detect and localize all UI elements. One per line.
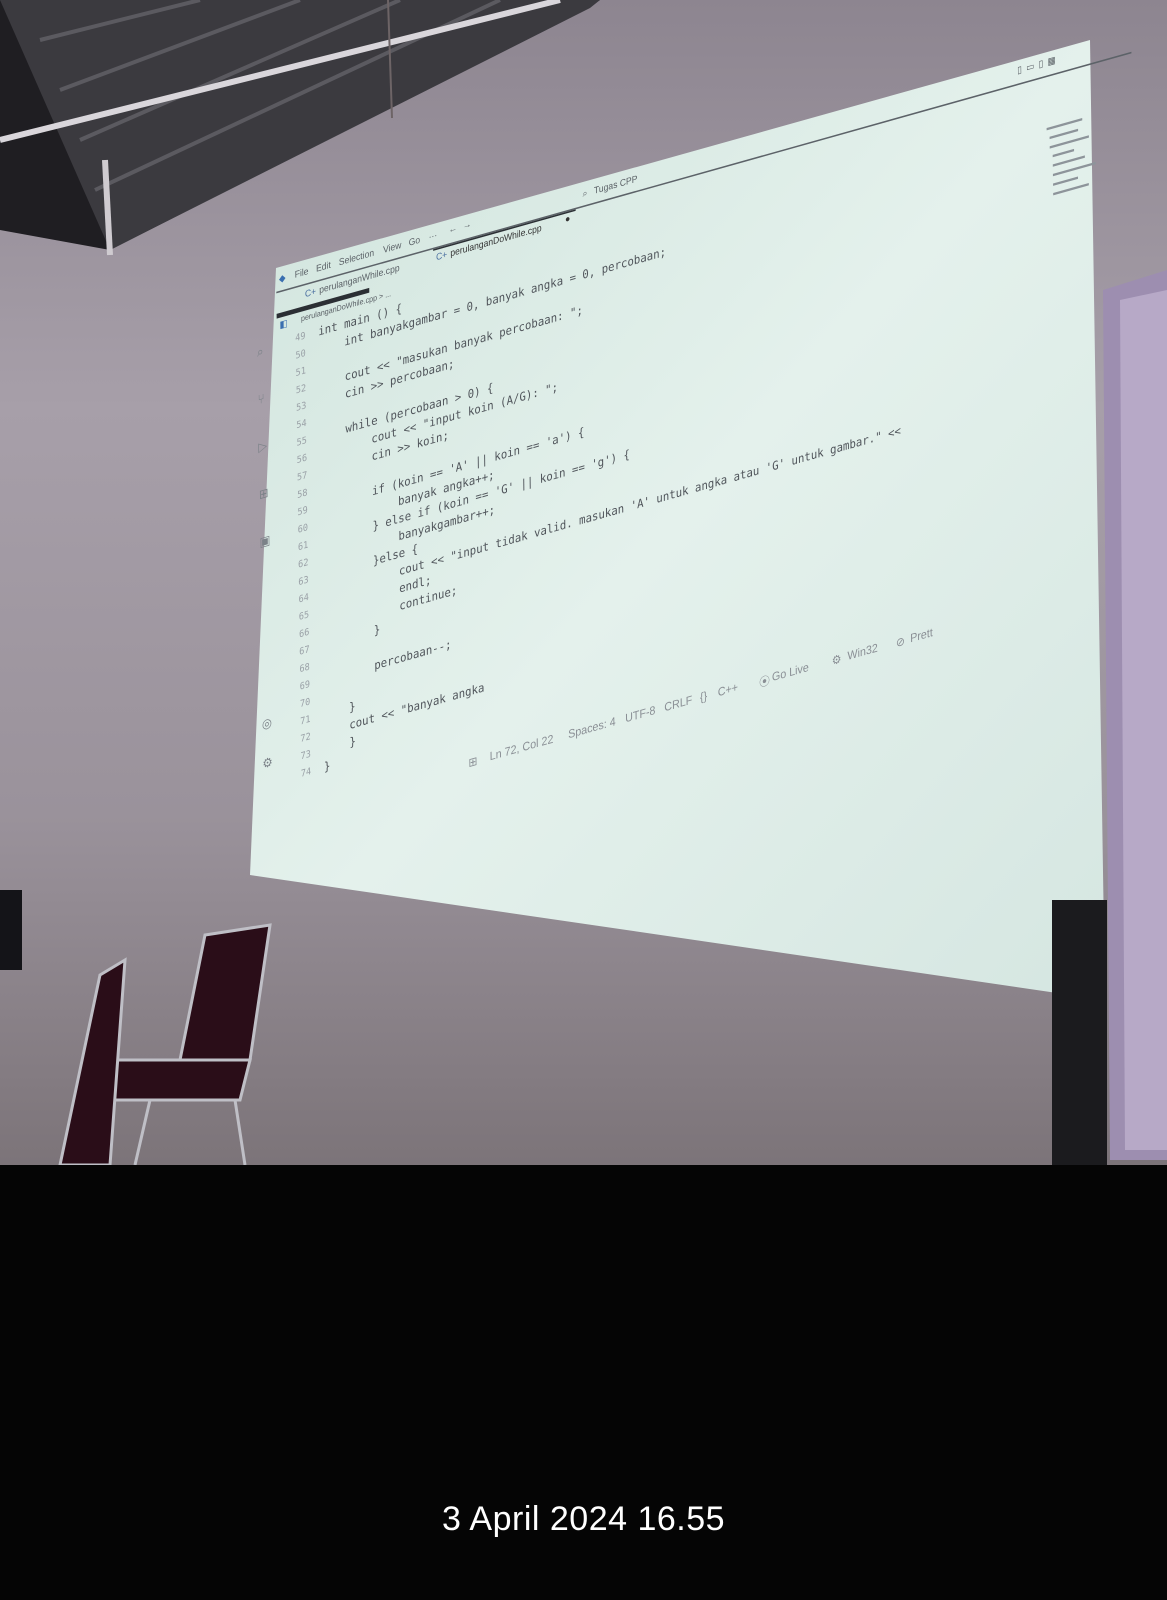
- photo-timestamp: 3 April 2024 16.55: [441, 1500, 726, 1538]
- line-number: 51: [295, 364, 307, 379]
- line-number: 64: [298, 591, 309, 605]
- line-number: 58: [297, 486, 308, 501]
- status-remote-icon[interactable]: ⊞: [468, 754, 477, 770]
- photo-background: ◆ File Edit Selection View Go ··· ← → ⌕ …: [0, 0, 1167, 1165]
- vscode-logo-icon: ◆: [278, 271, 286, 285]
- line-number: 69: [299, 678, 311, 693]
- menu-file[interactable]: File: [295, 265, 309, 280]
- line-number: 63: [298, 573, 309, 588]
- check-icon: ⊘: [895, 634, 906, 651]
- status-platform[interactable]: Win32: [847, 641, 877, 663]
- line-number: 66: [298, 625, 310, 640]
- line-number: 49: [295, 329, 306, 344]
- line-number: 62: [298, 556, 309, 571]
- line-number: 57: [296, 469, 308, 484]
- line-number: 60: [297, 521, 309, 536]
- braces-icon: {}: [699, 689, 708, 705]
- status-encoding[interactable]: UTF-8: [625, 704, 655, 726]
- extensions-icon[interactable]: ⊞: [259, 485, 269, 503]
- source-control-icon[interactable]: ⑂: [258, 390, 265, 407]
- line-number: 56: [296, 451, 308, 466]
- line-number: 59: [297, 503, 308, 518]
- remote-explorer-icon[interactable]: ▣: [259, 532, 270, 550]
- search-sidebar-icon[interactable]: ⌕: [257, 343, 264, 361]
- menu-more[interactable]: ···: [429, 229, 438, 242]
- line-number: 55: [296, 434, 307, 449]
- status-language[interactable]: C++: [718, 680, 738, 699]
- line-number: 68: [299, 660, 310, 675]
- menu-go[interactable]: Go: [409, 234, 421, 248]
- manage-gear-icon[interactable]: ⚙: [262, 754, 272, 772]
- status-spaces[interactable]: Spaces: 4: [568, 715, 616, 742]
- line-number: 71: [300, 712, 311, 727]
- line-number: 61: [297, 538, 309, 553]
- status-prettier[interactable]: Prett: [910, 626, 933, 646]
- line-number: 70: [299, 695, 311, 710]
- run-debug-icon[interactable]: ▷: [258, 437, 267, 455]
- account-icon[interactable]: ◎: [262, 714, 272, 732]
- line-number: 65: [298, 608, 310, 623]
- line-number: 74: [300, 765, 312, 780]
- status-golive[interactable]: Go Live: [772, 661, 809, 685]
- explorer-icon[interactable]: ◧: [280, 317, 288, 330]
- back-arrow-icon[interactable]: ←: [449, 222, 458, 235]
- cpp-file-icon: C+: [304, 285, 317, 300]
- status-eol[interactable]: CRLF: [664, 693, 692, 714]
- gear-icon: ⚙: [831, 652, 842, 669]
- status-position[interactable]: Ln 72, Col 22: [490, 732, 554, 763]
- line-number: 50: [295, 347, 306, 362]
- cpp-file-icon: C+: [435, 248, 448, 263]
- menu-edit[interactable]: Edit: [316, 259, 331, 274]
- line-number: 52: [295, 381, 307, 396]
- modified-dot-icon: ●: [564, 212, 571, 226]
- minimap[interactable]: [1046, 114, 1098, 223]
- line-number: 67: [299, 643, 310, 658]
- code-line[interactable]: }: [324, 758, 331, 774]
- line-number: 72: [300, 730, 311, 745]
- line-number: 54: [296, 416, 307, 431]
- forward-arrow-icon[interactable]: →: [463, 218, 472, 231]
- search-icon: ⌕: [582, 186, 588, 200]
- line-number: 53: [296, 399, 307, 414]
- menu-view[interactable]: View: [383, 239, 402, 255]
- broadcast-icon: ⦿: [759, 673, 770, 691]
- line-number: 73: [300, 747, 311, 762]
